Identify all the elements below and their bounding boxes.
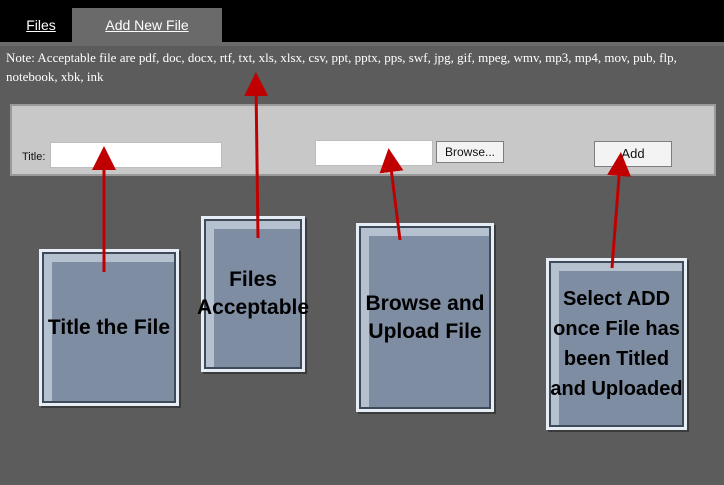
acceptable-files-note: Note: Acceptable file are pdf, doc, docx… bbox=[6, 50, 677, 84]
callout-browse-text: Browse and Upload File bbox=[365, 291, 485, 343]
callout-files-text: Files Acceptable bbox=[196, 268, 310, 319]
tab-files[interactable]: Files bbox=[10, 8, 72, 42]
callout-title-text: Title the File bbox=[47, 315, 171, 339]
callout-files-acceptable: Files Acceptable bbox=[197, 216, 309, 372]
title-input[interactable] bbox=[50, 142, 222, 168]
callout-browse-upload: Browse and Upload File bbox=[356, 223, 494, 412]
browse-button[interactable]: Browse... bbox=[436, 141, 504, 163]
add-button[interactable]: Add bbox=[594, 141, 672, 167]
arrow-to-add-button bbox=[607, 152, 632, 269]
tab-add-new-file[interactable]: Add New File bbox=[72, 8, 222, 46]
file-path-input[interactable] bbox=[315, 140, 433, 166]
page-frame: Files Add New File Note: Acceptable file… bbox=[0, 0, 724, 485]
callout-title-the-file: Title the File bbox=[39, 249, 179, 406]
callout-select-add: Select ADD once File has been Titled and… bbox=[546, 258, 687, 430]
upload-form-panel: Title: Browse... Add bbox=[10, 104, 716, 176]
callout-add-text: Select ADD once File has been Titled and… bbox=[550, 288, 683, 400]
title-label: Title: bbox=[22, 151, 46, 163]
tab-bar: Files Add New File bbox=[0, 0, 724, 46]
